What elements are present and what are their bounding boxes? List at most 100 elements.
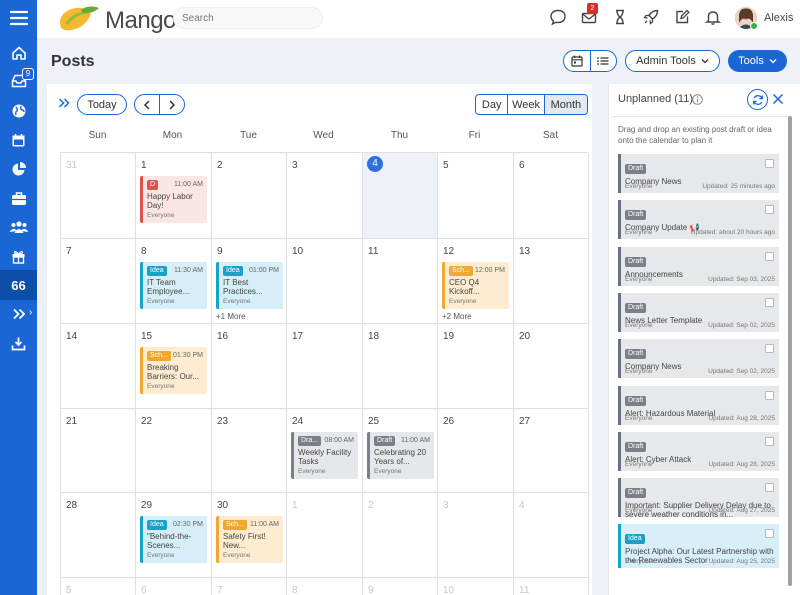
day-cell[interactable]: 31 — [61, 153, 136, 239]
day-cell[interactable]: 13 — [514, 239, 589, 324]
unplanned-item[interactable]: Draft Company Update 📢 Everyone Updated: ab… — [618, 200, 779, 240]
prev-month-button[interactable] — [135, 95, 159, 114]
today-button[interactable]: Today — [77, 94, 127, 115]
day-cell[interactable]: 26 — [438, 409, 514, 493]
day-cell[interactable]: 10 — [287, 239, 363, 324]
hourglass-icon[interactable] — [611, 8, 629, 26]
unplanned-item-checkbox[interactable] — [765, 205, 774, 215]
calendar-event[interactable]: Draft 11:00 AM Celebrating 20 Years of... E… — [367, 432, 434, 479]
edit-icon[interactable] — [673, 8, 691, 26]
unplanned-item[interactable]: Draft Alert: Cyber Attack Everyone Updated:… — [618, 431, 779, 471]
next-month-button[interactable] — [159, 95, 184, 114]
menu-icon[interactable] — [0, 3, 37, 33]
refresh-button[interactable] — [747, 89, 768, 110]
unplanned-item[interactable]: Draft Alert: Hazardous Material Everyone Up… — [618, 385, 779, 425]
unplanned-item[interactable]: Draft News Letter Template Everyone Updated… — [618, 292, 779, 332]
calendar-view-button[interactable] — [564, 51, 590, 71]
unplanned-item-checkbox[interactable] — [765, 344, 774, 354]
search-input[interactable] — [173, 7, 323, 29]
day-cell[interactable]: 27 — [514, 409, 589, 493]
rocket-icon[interactable] — [642, 8, 660, 26]
calendar-event[interactable]: Sch... 12:00 PM CEO Q4 Kickoff... Everyone — [442, 262, 509, 309]
day-cell[interactable]: 14 — [61, 324, 136, 409]
unplanned-item-checkbox[interactable] — [765, 436, 774, 446]
range-week-button[interactable]: Week — [507, 95, 543, 114]
people-icon[interactable] — [0, 212, 37, 242]
day-cell[interactable]: 17 — [287, 324, 363, 409]
event-time: 11:00 AM — [400, 437, 430, 444]
bell-icon[interactable] — [704, 8, 722, 26]
calendar-event[interactable]: D 11:00 AM Happy Labor Day! Everyone — [140, 176, 207, 223]
unplanned-item[interactable]: Draft Company News Everyone Updated: 25 min… — [618, 154, 779, 193]
day-cell[interactable]: 18 — [363, 324, 438, 409]
unplanned-item-checkbox[interactable] — [765, 297, 774, 307]
rail-item-66[interactable]: 66 — [0, 270, 37, 300]
calendar-event[interactable]: Idea 02:30 PM "Behind-the-Scenes... Everyon… — [140, 516, 207, 563]
panel-scrollbar[interactable] — [788, 116, 792, 586]
day-cell[interactable]: 3 — [438, 493, 514, 578]
day-cell[interactable]: 22 — [136, 409, 212, 493]
more-events-link[interactable]: +2 More — [442, 312, 472, 321]
day-cell[interactable]: 8 — [287, 578, 363, 595]
chat-icon[interactable] — [549, 8, 567, 26]
briefcase-icon[interactable] — [0, 183, 37, 213]
calendar-event[interactable]: Sch... 11:00 AM Safety First! New... Everyo… — [216, 516, 283, 563]
home-icon[interactable] — [0, 38, 37, 68]
day-cell[interactable]: 2 — [212, 153, 287, 239]
expand-rail-icon[interactable]: › — [0, 299, 37, 329]
day-cell[interactable]: 11 — [363, 239, 438, 324]
day-cell[interactable]: 7 — [61, 239, 136, 324]
mango-logo[interactable]: Mango — [53, 2, 176, 36]
unplanned-item[interactable]: Idea Project Alpha: Our Latest Partnershi… — [618, 524, 779, 569]
unplanned-item[interactable]: Draft Announcements Everyone Updated: Sep 0… — [618, 246, 779, 286]
user-name[interactable]: Alexis — [764, 12, 793, 24]
range-day-button[interactable]: Day — [476, 95, 507, 114]
day-cell[interactable]: 11 — [514, 578, 589, 595]
calendar-event[interactable]: Sch... 01:30 PM Breaking Barriers: Our... E… — [140, 347, 207, 394]
unplanned-item-checkbox[interactable] — [765, 159, 774, 168]
analytics-icon[interactable] — [0, 154, 37, 184]
info-icon[interactable] — [692, 94, 703, 105]
unplanned-item-checkbox[interactable] — [765, 483, 774, 493]
day-cell[interactable]: 19 — [438, 324, 514, 409]
day-cell[interactable]: 4 — [514, 493, 589, 578]
gift-icon[interactable] — [0, 241, 37, 271]
globe-icon[interactable] — [0, 96, 37, 126]
download-icon[interactable] — [0, 328, 37, 358]
day-cell[interactable]: 20 — [514, 324, 589, 409]
unplanned-hint: Drag and drop an existing post draft or … — [618, 125, 772, 145]
unplanned-item-checkbox[interactable] — [765, 251, 774, 261]
day-cell[interactable]: 5 — [438, 153, 514, 239]
tools-button[interactable]: Tools — [728, 50, 787, 72]
day-cell[interactable]: 9 — [363, 578, 438, 595]
list-view-button[interactable] — [589, 51, 617, 71]
day-cell[interactable]: 10 — [438, 578, 514, 595]
unplanned-item[interactable]: Draft Company News Everyone Updated: Sep 02… — [618, 339, 779, 379]
admin-tools-button[interactable]: Admin Tools — [625, 50, 720, 72]
day-cell[interactable]: 28 — [61, 493, 136, 578]
unplanned-item-checkbox[interactable] — [765, 390, 774, 400]
day-cell[interactable]: 23 — [212, 409, 287, 493]
day-cell[interactable]: 6 — [514, 153, 589, 239]
inbox-icon[interactable]: 9 — [0, 66, 37, 96]
unplanned-item-checkbox[interactable] — [765, 529, 774, 539]
day-cell[interactable]: 6 — [136, 578, 212, 595]
close-panel-icon[interactable] — [771, 92, 785, 106]
day-cell[interactable]: 1 — [287, 493, 363, 578]
day-cell[interactable]: 4 — [363, 153, 438, 239]
day-cell[interactable]: 21 — [61, 409, 136, 493]
unplanned-item[interactable]: Draft Important: Supplier Delivery Delay … — [618, 478, 779, 519]
day-cell[interactable]: 3 — [287, 153, 363, 239]
day-cell[interactable]: 5 — [61, 578, 136, 595]
calendar-event[interactable]: Idea 11:30 AM IT Team Employee... Everyone — [140, 262, 207, 309]
day-cell[interactable]: 16 — [212, 324, 287, 409]
calendar-event[interactable]: Idea 01:00 PM IT Best Practices... Everyone — [216, 262, 283, 309]
more-events-link[interactable]: +1 More — [216, 312, 246, 321]
expand-panel-icon[interactable] — [58, 98, 70, 108]
day-cell[interactable]: 2 — [363, 493, 438, 578]
range-month-button[interactable]: Month — [543, 95, 587, 114]
calendar-icon[interactable] — [0, 125, 37, 155]
calendar-event[interactable]: Dra... 08:00 AM Weekly Facility Tasks Every… — [291, 432, 358, 479]
event-color-bar — [216, 516, 219, 563]
day-cell[interactable]: 7 — [212, 578, 287, 595]
